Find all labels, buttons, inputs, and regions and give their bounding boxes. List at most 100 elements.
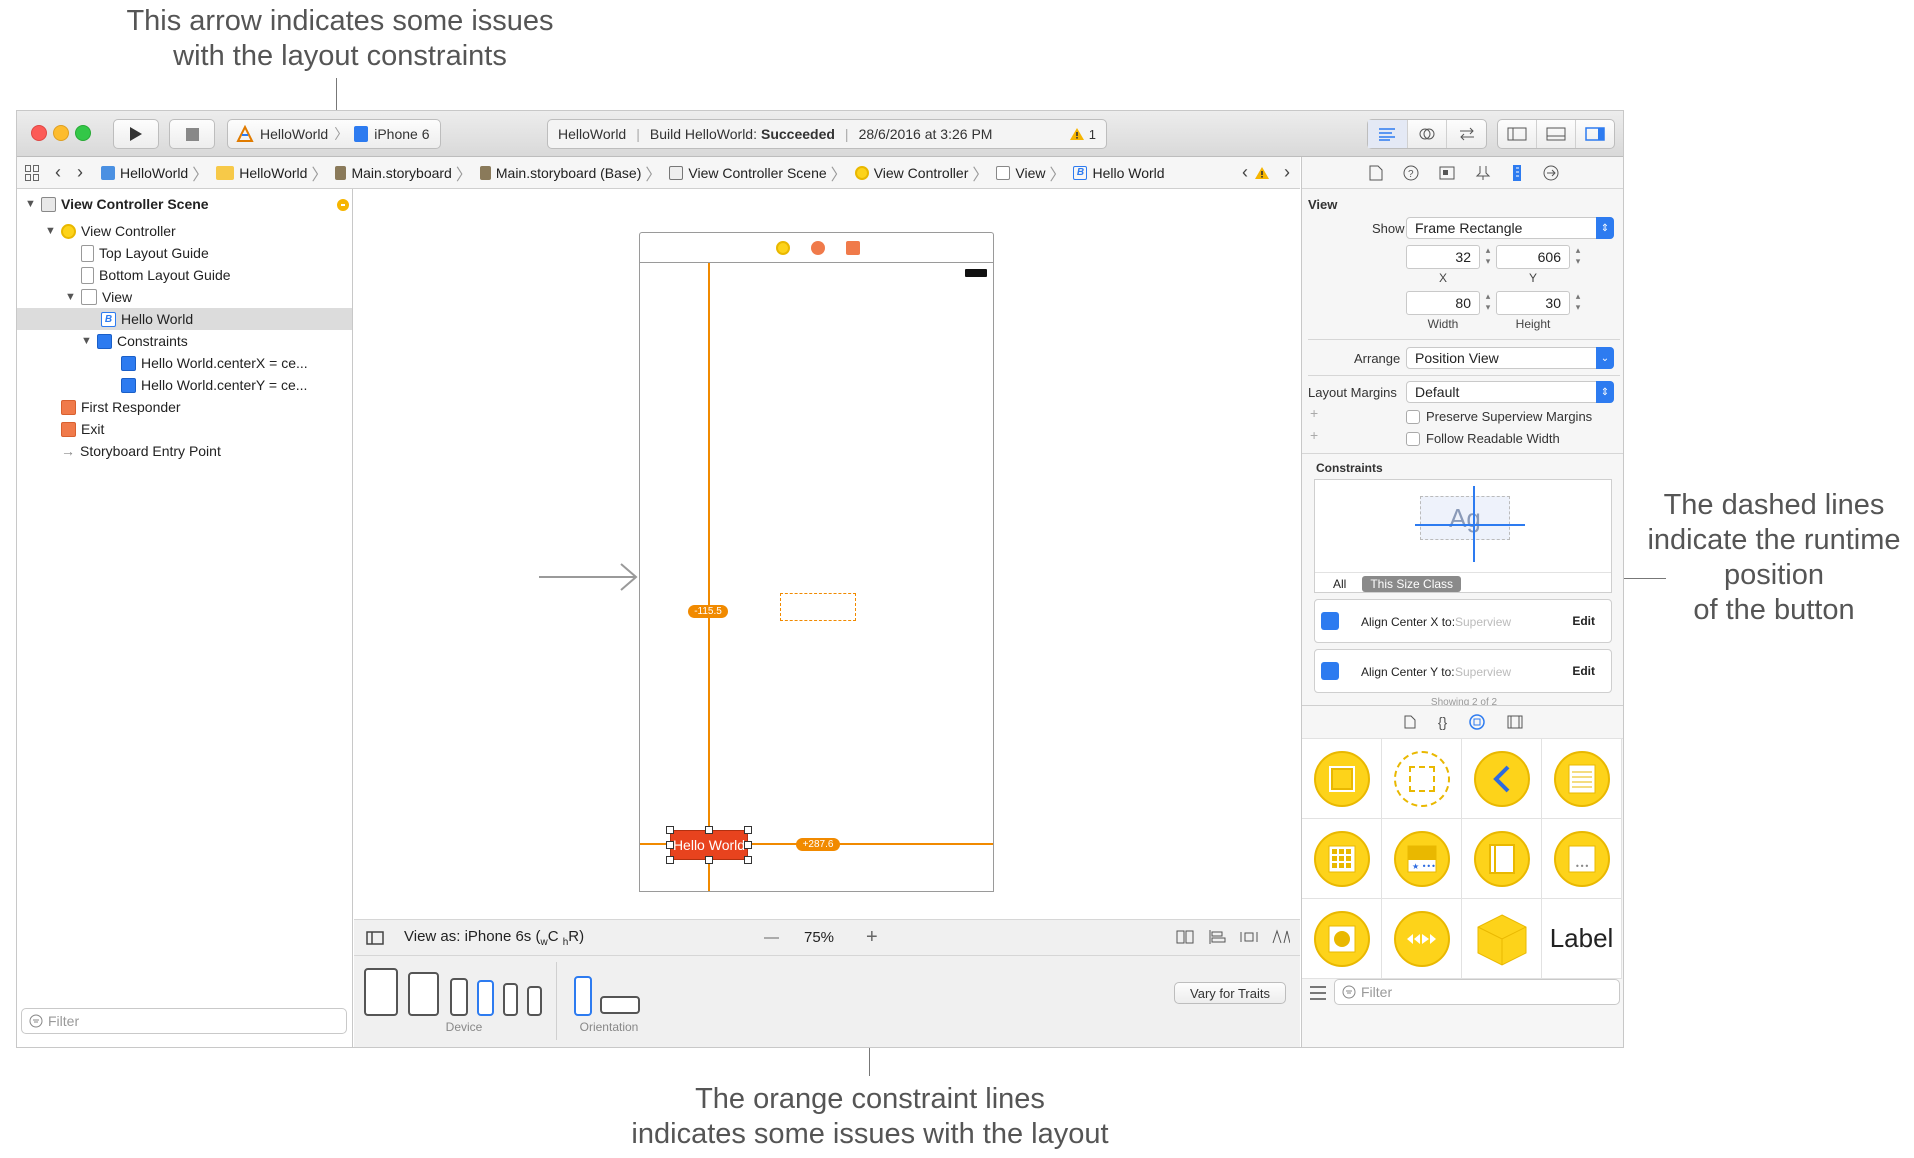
attributes-inspector-icon[interactable] <box>1475 165 1491 181</box>
outline-exit[interactable]: Exit <box>61 418 104 440</box>
constraint-card-center-y[interactable]: Align Center Y to: Superview Edit <box>1314 649 1612 693</box>
resize-handle[interactable] <box>705 856 713 864</box>
resize-handle[interactable] <box>744 856 752 864</box>
scheme-selector[interactable]: HelloWorld 〉 iPhone 6 <box>227 119 441 149</box>
entry-point-arrow-icon[interactable] <box>539 562 639 592</box>
previous-issue-icon[interactable]: ‹ <box>1242 162 1248 183</box>
media-library-icon[interactable] <box>1507 715 1523 729</box>
resolve-issues-icon[interactable] <box>1272 929 1290 945</box>
iphone-scene-frame[interactable]: -115.5 +287.6 Hello World <box>639 262 994 892</box>
exit-dock-icon[interactable] <box>846 241 860 255</box>
outline-hello-world-button[interactable]: B Hello World <box>101 308 193 330</box>
first-responder-dock-icon[interactable] <box>811 241 825 255</box>
resize-handle[interactable] <box>666 826 674 834</box>
outline-top-layout-guide[interactable]: Top Layout Guide <box>81 242 209 264</box>
disclosure-icon[interactable]: ▼ <box>25 198 37 210</box>
library-split-view-controller[interactable] <box>1462 819 1542 899</box>
code-snippet-library-icon[interactable]: {} <box>1438 714 1447 730</box>
scene-issue-indicator[interactable] <box>337 199 349 211</box>
file-template-library-icon[interactable] <box>1404 715 1416 729</box>
stack-icon[interactable] <box>1176 929 1194 945</box>
width-field[interactable]: 80 <box>1406 291 1480 315</box>
library-page-view-controller[interactable]: ••• <box>1542 819 1622 899</box>
identity-inspector-icon[interactable] <box>1439 165 1455 181</box>
orientation-landscape-icon[interactable] <box>600 996 640 1014</box>
outline-view-controller[interactable]: ▼ View Controller <box>45 220 176 242</box>
device-iphone-se-icon[interactable] <box>503 983 518 1016</box>
issue-warning-icon[interactable] <box>1254 166 1270 180</box>
library-collection-view-controller[interactable] <box>1302 819 1382 899</box>
breadcrumb-project[interactable]: HelloWorld 〉 <box>95 161 208 185</box>
device-ipad-icon[interactable] <box>408 972 439 1016</box>
library-storyboard-reference[interactable] <box>1382 739 1462 819</box>
library-view-mode-icon[interactable] <box>1310 986 1326 1000</box>
next-issue-icon[interactable]: › <box>1284 162 1290 183</box>
y-field[interactable]: 606 <box>1496 245 1570 269</box>
breadcrumb-view-controller[interactable]: View Controller 〉 <box>849 161 988 185</box>
align-icon[interactable] <box>1208 929 1226 945</box>
navigator-toggle-icon[interactable] <box>1498 120 1537 148</box>
file-inspector-icon[interactable] <box>1369 165 1383 181</box>
device-iphone-6s-icon[interactable] <box>477 980 494 1016</box>
close-window-button[interactable] <box>31 125 47 141</box>
breadcrumb-scene[interactable]: View Controller Scene 〉 <box>663 161 847 185</box>
arrange-popup[interactable]: Position View ⌄ <box>1406 347 1614 369</box>
back-icon[interactable]: ‹ <box>55 162 61 183</box>
library-tab-bar-controller[interactable]: ★ ••• <box>1382 819 1462 899</box>
outline-filter-field[interactable]: Filter <box>21 1008 347 1034</box>
toggle-outline-icon[interactable] <box>366 930 384 945</box>
forward-icon[interactable]: › <box>77 162 83 183</box>
device-iphone-6plus-icon[interactable] <box>450 978 468 1016</box>
y-stepper[interactable]: ▴ ▾ <box>1573 245 1583 269</box>
zoom-out-button[interactable]: — <box>764 929 779 946</box>
breadcrumb-folder[interactable]: HelloWorld 〉 <box>210 161 327 185</box>
quick-help-icon[interactable]: ? <box>1403 165 1419 181</box>
library-table-view-controller[interactable] <box>1542 739 1622 819</box>
resize-handle[interactable] <box>744 841 752 849</box>
library-view-controller[interactable] <box>1302 739 1382 819</box>
edit-button[interactable]: Edit <box>1572 664 1595 678</box>
edit-button[interactable]: Edit <box>1572 614 1595 628</box>
minimize-window-button[interactable] <box>53 125 69 141</box>
x-stepper[interactable]: ▴ ▾ <box>1483 245 1493 269</box>
orientation-portrait-icon[interactable] <box>574 976 592 1016</box>
library-object[interactable] <box>1462 899 1542 979</box>
zoom-in-button[interactable]: + <box>866 926 878 949</box>
tab-all[interactable]: All <box>1333 577 1346 591</box>
warning-indicator[interactable]: 1 <box>1069 127 1096 142</box>
breadcrumb-button[interactable]: B Hello World <box>1067 165 1165 181</box>
resize-handle[interactable] <box>705 826 713 834</box>
show-popup[interactable]: Frame Rectangle ⇕ <box>1406 217 1614 239</box>
height-stepper[interactable]: ▴ ▾ <box>1573 291 1583 315</box>
view-controller-dock-icon[interactable] <box>776 241 790 255</box>
utilities-toggle-icon[interactable] <box>1576 120 1614 148</box>
resize-handle[interactable] <box>666 856 674 864</box>
add-variation-icon[interactable]: + <box>1310 427 1318 443</box>
size-inspector-icon[interactable] <box>1511 164 1523 182</box>
assistant-editor-icon[interactable] <box>1408 120 1448 148</box>
resize-handle[interactable] <box>744 826 752 834</box>
disclosure-icon[interactable]: ▼ <box>65 291 77 303</box>
breadcrumb-storyboard-base[interactable]: Main.storyboard (Base) 〉 <box>474 161 661 185</box>
device-iphone-4s-icon[interactable] <box>527 986 542 1016</box>
library-av-player-view-controller[interactable] <box>1382 899 1462 979</box>
object-library-icon[interactable] <box>1469 714 1485 730</box>
device-ipad-pro-icon[interactable] <box>364 968 398 1016</box>
run-button[interactable] <box>113 119 159 149</box>
disclosure-icon[interactable]: ▼ <box>45 225 57 237</box>
breadcrumb-view[interactable]: View 〉 <box>990 161 1065 185</box>
connections-inspector-icon[interactable] <box>1543 165 1559 181</box>
height-field[interactable]: 30 <box>1496 291 1570 315</box>
library-label[interactable]: Label <box>1542 899 1622 979</box>
layout-margins-popup[interactable]: Default ⇕ <box>1406 381 1614 403</box>
version-editor-icon[interactable] <box>1447 120 1486 148</box>
debug-area-toggle-icon[interactable] <box>1537 120 1576 148</box>
outline-first-responder[interactable]: First Responder <box>61 396 181 418</box>
disclosure-icon[interactable]: ▼ <box>81 335 93 347</box>
panel-visibility-control[interactable] <box>1497 119 1615 149</box>
constraint-card-center-x[interactable]: Align Center X to: Superview Edit <box>1314 599 1612 643</box>
tab-this-size-class[interactable]: This Size Class <box>1362 575 1462 592</box>
library-filter-field[interactable]: Filter <box>1334 979 1620 1005</box>
related-items-icon[interactable] <box>25 164 41 181</box>
outline-view[interactable]: ▼ View <box>65 286 132 308</box>
